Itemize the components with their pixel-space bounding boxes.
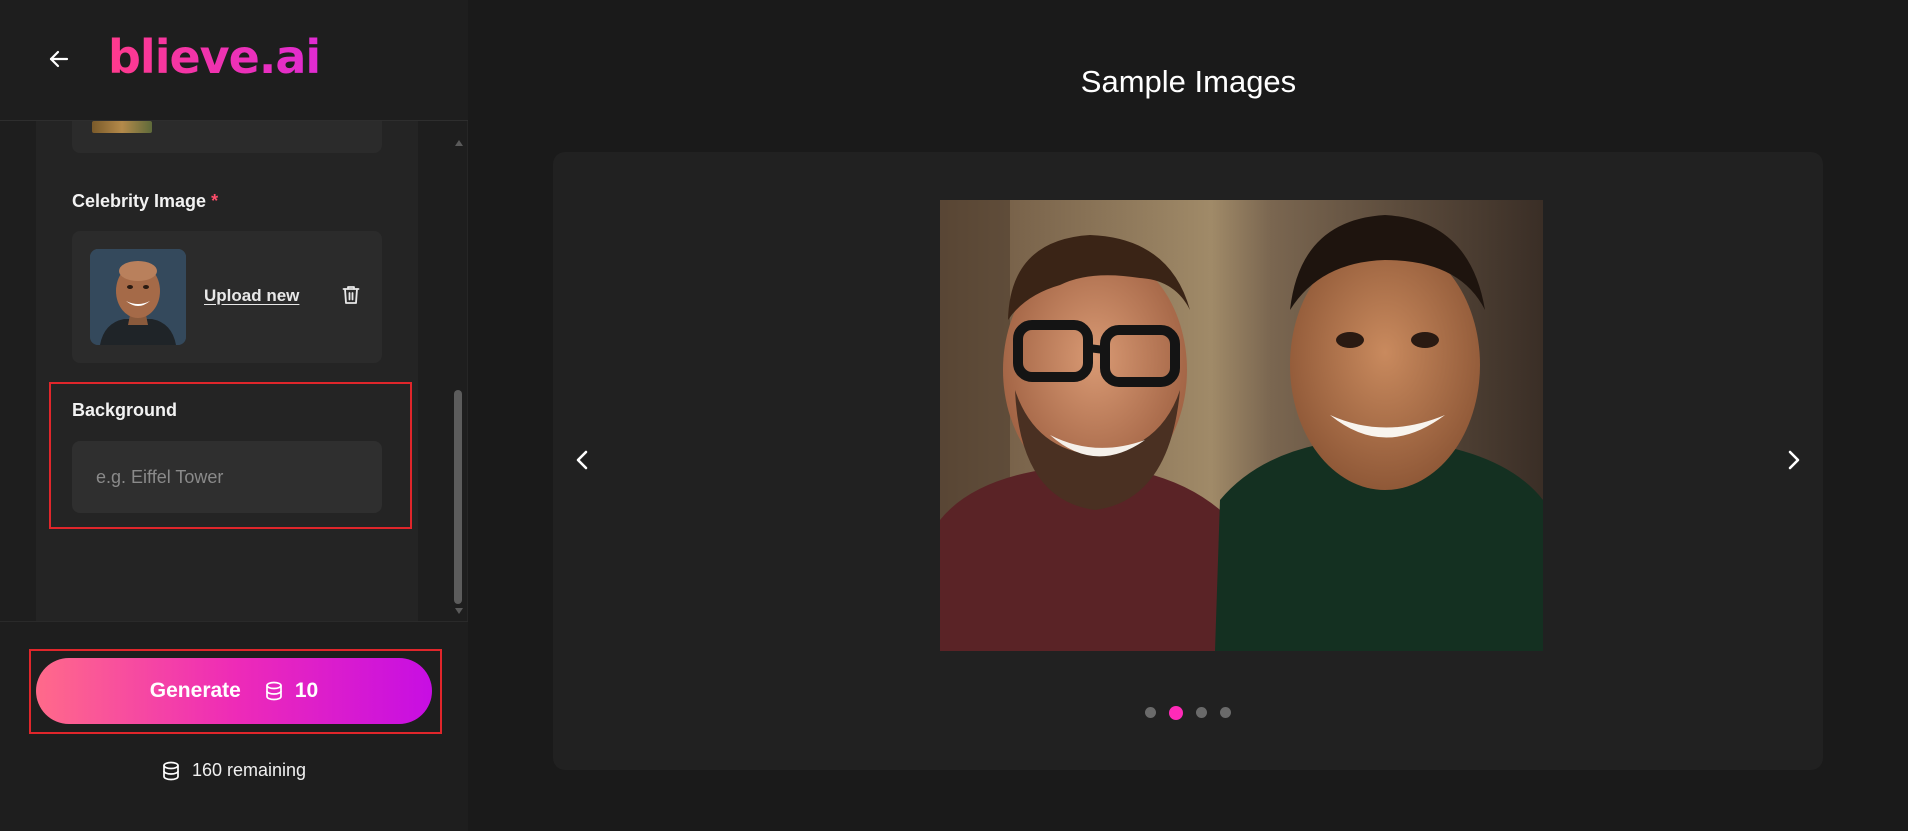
generate-button[interactable]: Generate 10 (36, 658, 432, 724)
brand-logo[interactable]: blieve.ai (108, 30, 321, 84)
delete-image-button[interactable] (342, 285, 362, 307)
scrollbar-thumb[interactable] (454, 390, 462, 604)
main-panel: Sample Images (469, 0, 1908, 831)
background-label: Background (72, 400, 178, 420)
sample-images-carousel (553, 152, 1823, 770)
carousel-next-button[interactable] (1775, 442, 1811, 478)
generate-button-label: Generate (149, 679, 241, 702)
credits-remaining: 160 remaining (0, 760, 468, 781)
generate-cost: 10 (294, 679, 319, 702)
arrow-left-icon (49, 50, 69, 68)
sample-photo (940, 200, 1543, 651)
celebrity-upload-box: Upload new (72, 231, 382, 363)
background-input[interactable] (72, 441, 382, 513)
celebrity-image-thumbnail (90, 249, 186, 345)
celebrity-image-label: Celebrity Image * (72, 191, 218, 212)
credits-remaining-text: 160 remaining (191, 760, 307, 780)
chevron-right-icon (1788, 450, 1800, 470)
carousel-dot-1[interactable] (1145, 707, 1156, 718)
sidebar: blieve.ai Celebrity Image * Upload new B… (0, 0, 468, 831)
sidebar-header: blieve.ai (0, 0, 468, 121)
celebrity-photo (90, 249, 186, 345)
coins-icon (265, 681, 285, 701)
carousel-prev-button[interactable] (565, 442, 601, 478)
previous-upload-box (72, 121, 382, 153)
upload-new-link[interactable]: Upload new (204, 286, 299, 306)
celebrity-image-label-text: Celebrity Image (72, 191, 207, 211)
coins-icon (163, 761, 179, 780)
form-scroll-area[interactable]: Celebrity Image * Upload new Background … (0, 121, 468, 621)
carousel-dot-4[interactable] (1220, 707, 1231, 718)
scroll-down-arrow-icon[interactable] (455, 608, 463, 614)
sidebar-scrollbar[interactable] (452, 140, 464, 618)
back-button[interactable] (44, 44, 74, 74)
page-title: Sample Images (1080, 64, 1297, 99)
trash-icon (342, 286, 360, 304)
required-asterisk: * (211, 191, 219, 211)
chevron-left-icon (576, 450, 588, 470)
app-root: blieve.ai Celebrity Image * Upload new B… (0, 0, 1908, 831)
sample-image (940, 200, 1543, 651)
carousel-pagination (553, 705, 1823, 720)
carousel-dot-3[interactable] (1196, 707, 1207, 718)
scroll-up-arrow-icon[interactable] (455, 140, 463, 146)
carousel-dot-2[interactable] (1169, 705, 1183, 720)
sidebar-footer: Generate 10 160 remaining (0, 621, 468, 831)
previous-image-thumbnail (92, 121, 152, 133)
